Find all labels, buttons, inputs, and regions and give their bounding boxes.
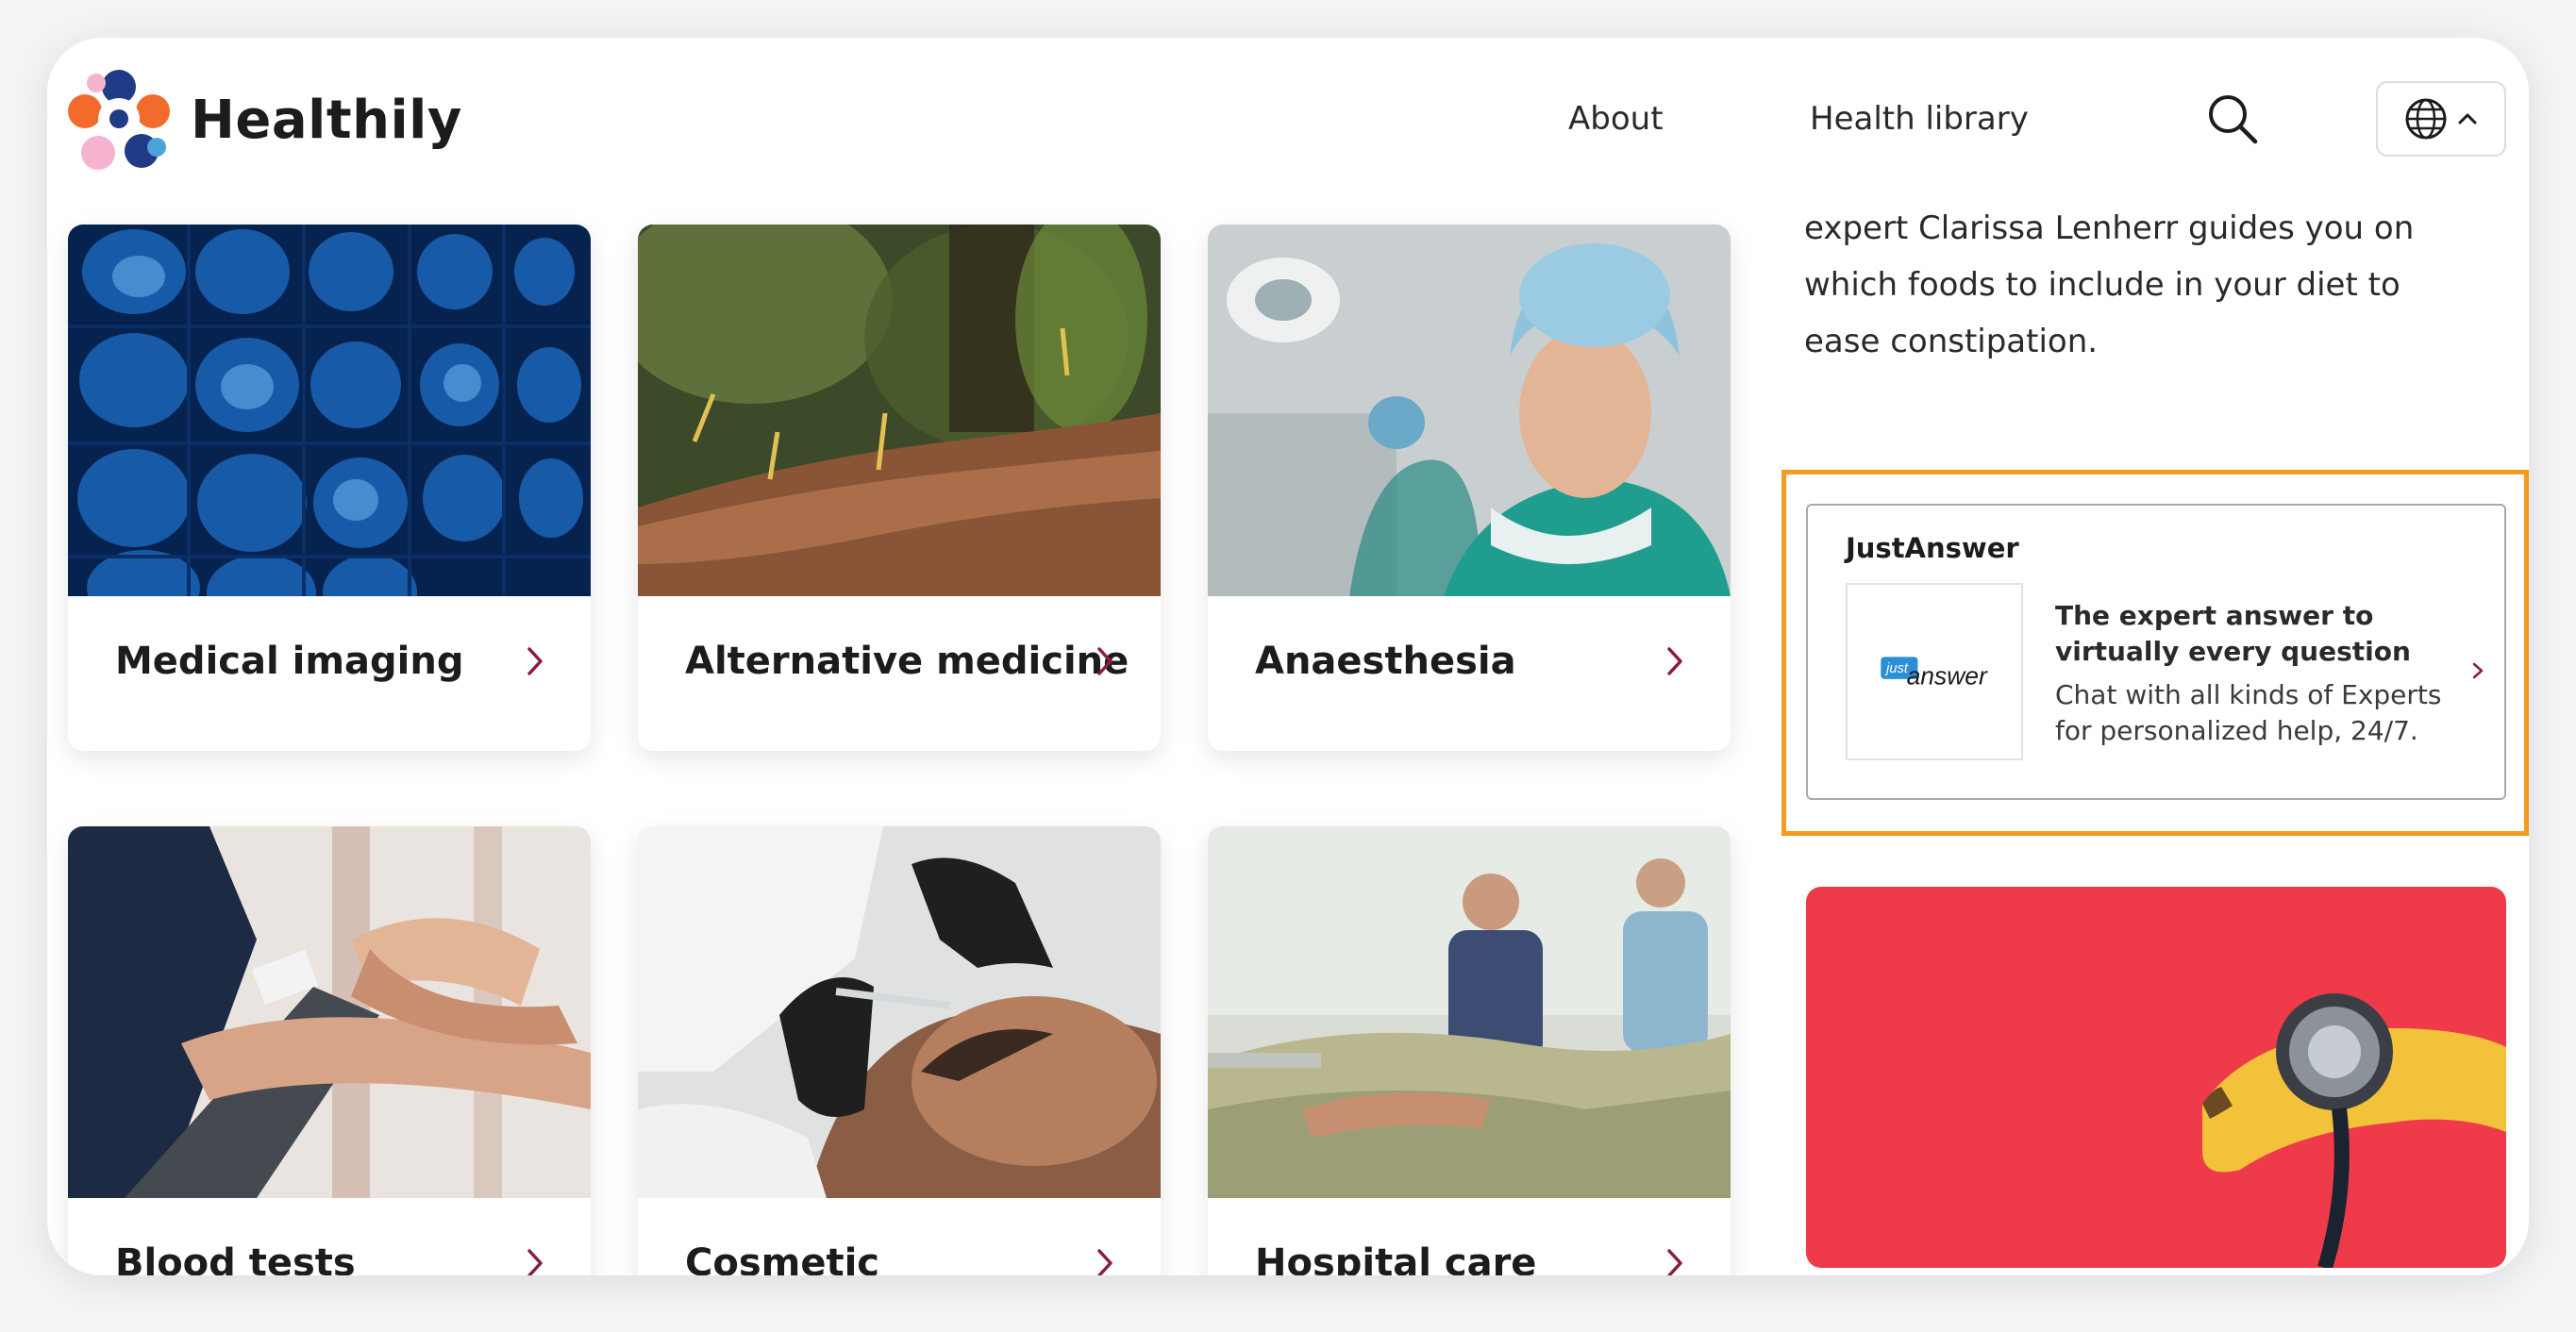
promo-image-banana-stethoscope[interactable]	[1806, 887, 2506, 1268]
category-card-hospital-care[interactable]: Hospital care	[1208, 826, 1731, 1275]
chevron-up-icon	[2458, 113, 2477, 125]
cosmetic-image	[638, 826, 1161, 1198]
category-card-cosmetic[interactable]: Cosmetic	[638, 826, 1161, 1275]
chevron-right-icon	[1667, 1249, 1682, 1275]
search-icon	[2209, 95, 2258, 144]
chevron-right-icon	[527, 1249, 543, 1275]
card-label: Blood tests	[115, 1241, 356, 1275]
search-button[interactable]	[2204, 91, 2261, 147]
card-label: Alternative medicine	[685, 640, 1129, 683]
ad-description: Chat with all kinds of Experts for perso…	[2055, 679, 2442, 746]
chevron-right-icon	[527, 647, 543, 675]
anaesthesia-image	[1208, 225, 1731, 596]
chevron-right-icon	[1097, 1249, 1112, 1275]
logo-badge-text: just	[1884, 661, 1909, 676]
justanswer-ad[interactable]: JustAnswer just answer The expert answer…	[1806, 504, 2506, 800]
browser-frame: Healthily About Health library Medical i…	[47, 38, 2529, 1275]
ad-title: JustAnswer	[1846, 532, 2019, 564]
category-card-anaesthesia[interactable]: Anaesthesia	[1208, 225, 1731, 751]
logo-wordmark-text: answer	[1907, 662, 1988, 691]
alternative-medicine-image	[638, 225, 1161, 596]
healthily-logo[interactable]: Healthily	[66, 68, 462, 172]
nav-health-library-link[interactable]: Health library	[1810, 100, 2029, 138]
ad-headline: The expert answer to virtually every que…	[2055, 600, 2411, 667]
card-label: Anaesthesia	[1255, 640, 1516, 683]
chevron-right-icon	[1097, 647, 1112, 675]
category-card-alternative-medicine[interactable]: Alternative medicine	[638, 225, 1161, 751]
banana-stethoscope-image	[1806, 887, 2506, 1268]
chevron-right-icon	[2472, 662, 2484, 679]
category-card-blood-tests[interactable]: Blood tests	[68, 826, 591, 1275]
brand-name: Healthily	[191, 89, 462, 151]
card-label: Medical imaging	[115, 640, 464, 683]
card-label: Cosmetic	[685, 1241, 879, 1275]
justanswer-logo: just answer	[1846, 583, 2023, 760]
category-card-medical-imaging[interactable]: Medical imaging	[68, 225, 591, 751]
chevron-right-icon	[1667, 647, 1682, 675]
flower-logo-icon	[68, 70, 170, 170]
card-label: Hospital care	[1255, 1241, 1537, 1275]
globe-icon	[2405, 98, 2447, 140]
justanswer-logo-icon: just answer	[1881, 657, 1988, 691]
nav-about-link[interactable]: About	[1568, 100, 1664, 138]
language-selector-button[interactable]	[2376, 81, 2506, 157]
medical-imaging-image	[68, 225, 591, 596]
blood-tests-image	[68, 826, 591, 1198]
hospital-care-image	[1208, 826, 1731, 1198]
article-snippet-text: expert Clarissa Lenherr guides you on wh…	[1804, 209, 2415, 360]
